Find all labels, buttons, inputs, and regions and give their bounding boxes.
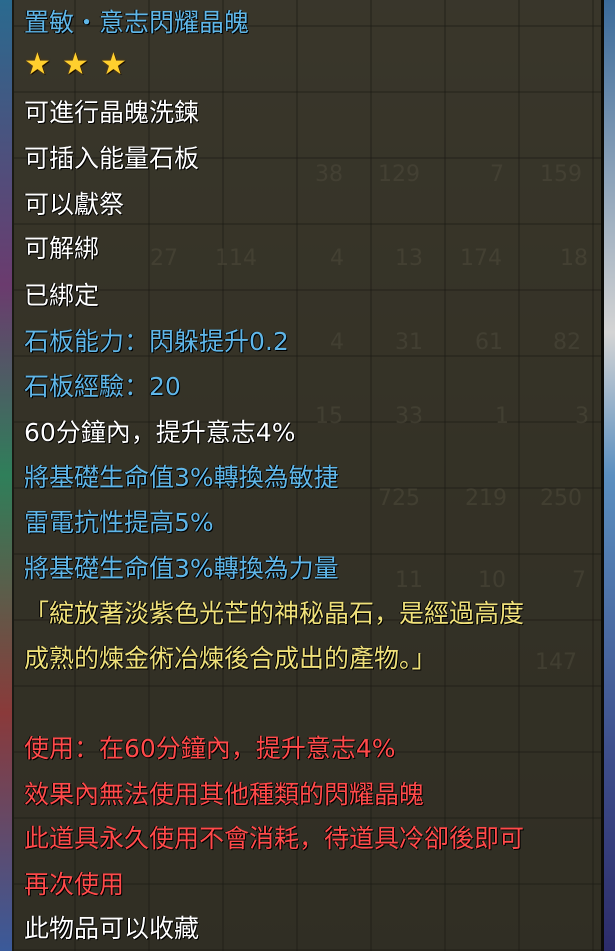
usage-line: 再次使用 — [24, 870, 125, 899]
slab-ability: 石板能力：閃躲提升0.2 — [24, 327, 289, 356]
star-icon: ★ — [62, 47, 89, 82]
usage-line: 效果內無法使用其他種類的閃耀晶魄 — [24, 780, 425, 809]
item-title: 置敏・意志閃耀晶魄 — [24, 8, 250, 37]
effect-line: 將基礎生命值3%轉換為力量 — [24, 554, 339, 583]
usage-line: 使用：在60分鐘內，提升意志4% — [24, 734, 396, 763]
property-slab-insertable: 可插入能量石板 — [24, 144, 200, 173]
slab-experience: 石板經驗：20 — [24, 372, 181, 401]
item-description: 「綻放著淡紫色光芒的神秘晶石，是經過高度 — [24, 599, 525, 628]
item-tooltip: 置敏・意志閃耀晶魄 ★ ★ ★ 可進行晶魄洗鍊 可插入能量石板 可以獻祭 可解綁 已… — [12, 0, 604, 951]
property-unbindable: 可解綁 — [24, 234, 100, 263]
property-sacrificable: 可以獻祭 — [24, 190, 125, 219]
effect-line: 雷電抗性提高5% — [24, 508, 214, 537]
property-refinable: 可進行晶魄洗鍊 — [24, 98, 200, 127]
star-icon: ★ — [100, 47, 127, 82]
right-window-edge — [603, 0, 615, 951]
usage-line: 此道具永久使用不會消耗，待道具冷卻後即可 — [24, 824, 525, 853]
effect-line: 將基礎生命值3%轉換為敏捷 — [24, 463, 339, 492]
property-bound: 已綁定 — [24, 281, 100, 310]
effect-line: 60分鐘內，提升意志4% — [24, 418, 296, 447]
collectible-note: 此物品可以收藏 — [24, 914, 200, 943]
star-rating: ★ ★ ★ — [24, 50, 138, 82]
star-icon: ★ — [24, 47, 51, 82]
item-description: 成熟的煉金術冶煉後合成出的產物。」 — [24, 644, 437, 673]
